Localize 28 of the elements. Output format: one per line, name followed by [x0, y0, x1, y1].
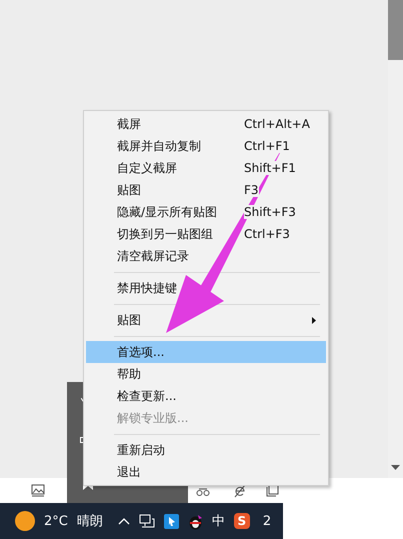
clock-text: 2 [262, 514, 272, 528]
menu-item[interactable]: 清空截屏记录 [86, 245, 326, 267]
app-icon[interactable] [164, 514, 179, 528]
weather-text: 晴朗 [76, 513, 103, 530]
menu-item[interactable]: 截屏并自动复制 Ctrl+F1 [86, 135, 326, 157]
scroll-down-icon[interactable] [391, 465, 400, 470]
menu-item[interactable]: 重新启动 [86, 439, 326, 461]
chevron-up-icon[interactable] [118, 518, 130, 524]
menu-item[interactable]: 自定义截屏 Shift+F1 [86, 157, 326, 179]
temperature-text: 2°C [44, 514, 68, 528]
scrollbar[interactable] [388, 0, 403, 478]
menu-item[interactable]: 退出 [86, 461, 326, 483]
ime-logo[interactable]: S [234, 513, 250, 529]
input-method-text[interactable]: 中 [212, 512, 225, 530]
menu-item[interactable]: 禁用快捷键 [86, 277, 326, 299]
menu-item[interactable]: 检查更新... [86, 385, 326, 407]
menu-item[interactable]: 截屏 Ctrl+Alt+A [86, 113, 326, 135]
window-icon[interactable] [266, 484, 279, 497]
menu-item[interactable]: 切换到另一贴图组 Ctrl+F3 [86, 223, 326, 245]
sun-icon[interactable] [15, 511, 35, 531]
menu-item[interactable]: 首选项... [86, 341, 326, 363]
network-icon[interactable] [138, 514, 155, 528]
menu-item[interactable]: 贴图 [86, 309, 326, 331]
menu-item[interactable]: 贴图 F3 [86, 179, 326, 201]
menu-item[interactable]: 帮助 [86, 363, 326, 385]
image-icon[interactable] [31, 484, 45, 497]
scrollbar-thumb[interactable] [388, 0, 403, 60]
menu-item[interactable]: 隐藏/显示所有贴图 Shift+F3 [86, 201, 326, 223]
